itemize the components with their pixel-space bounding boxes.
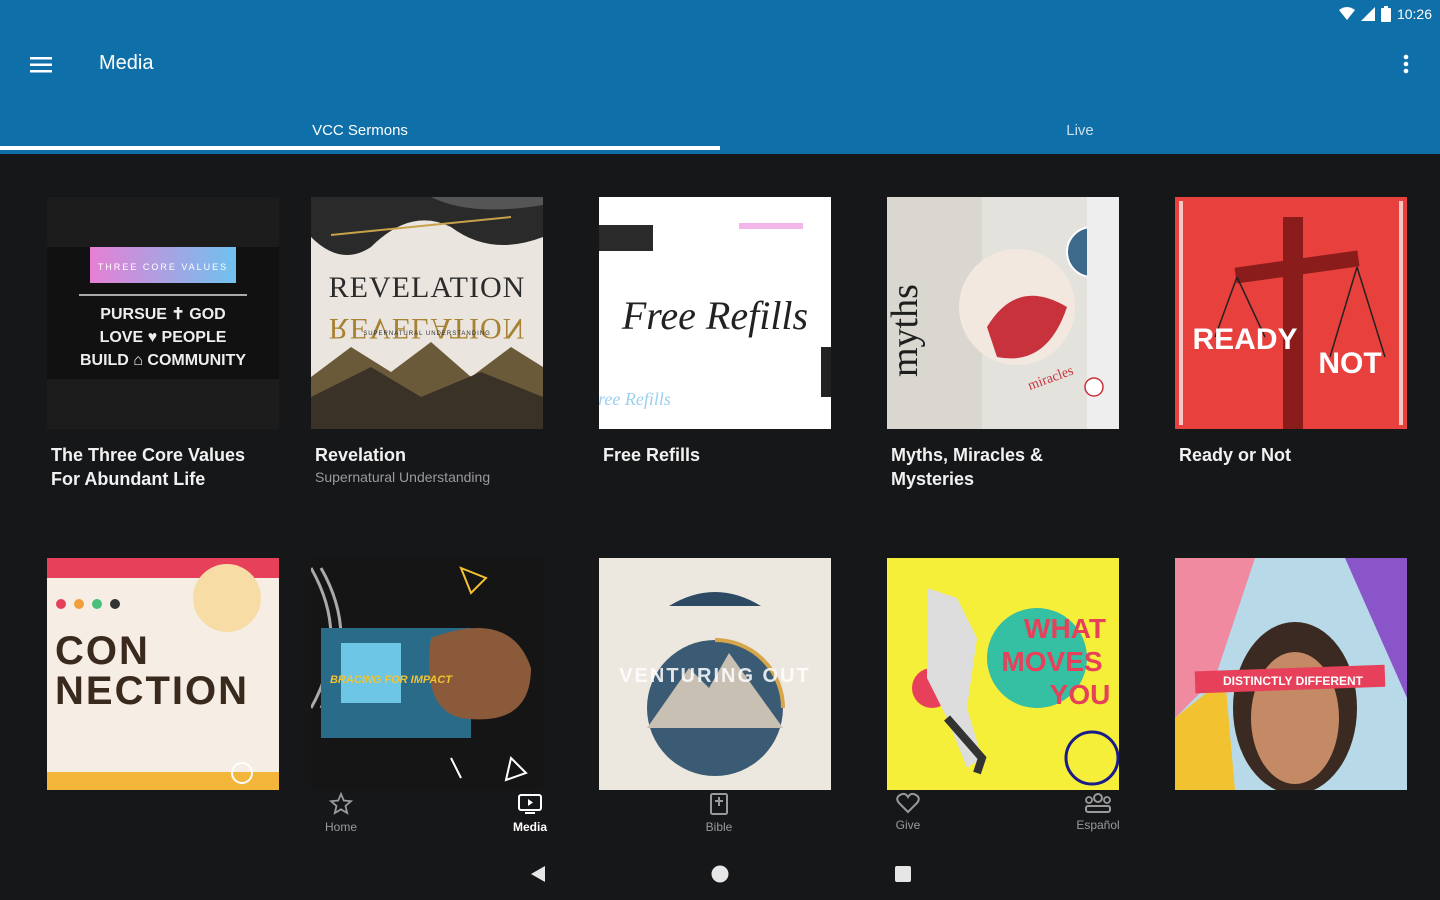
art-word: VENTURING OUT bbox=[619, 665, 811, 687]
art-caption: DISTINCTLY DIFFERENT bbox=[1223, 674, 1364, 688]
system-home-button[interactable] bbox=[706, 862, 734, 886]
tab-indicator bbox=[0, 146, 720, 150]
card-subtitle: Supernatural Understanding bbox=[315, 469, 491, 485]
art-line-2: MOVES bbox=[1001, 646, 1102, 677]
media-card-revelation[interactable]: REVELATION REVELATION SUPERNATURAL UNDER… bbox=[311, 197, 543, 487]
card-artwork: DISTINCTLY DIFFERENT bbox=[1175, 558, 1407, 790]
card-artwork: BRACING FOR IMPACT bbox=[311, 558, 543, 790]
star-icon bbox=[329, 792, 353, 815]
art-word-echo: Free Refills bbox=[599, 389, 671, 409]
page-title: Media bbox=[99, 52, 154, 74]
media-card-bracing-for-impact[interactable]: BRACING FOR IMPACT bbox=[311, 558, 543, 790]
nav-espanol[interactable]: Español bbox=[1058, 792, 1138, 846]
system-back-button[interactable] bbox=[524, 862, 552, 886]
media-grid: THREE CORE VALUES PURSUE ✝ GOD LOVE ♥ PE… bbox=[0, 154, 1440, 790]
status-icons: 10:26 bbox=[1338, 6, 1432, 22]
nav-espanol-label: Español bbox=[1076, 818, 1120, 832]
nav-give-label: Give bbox=[895, 818, 921, 832]
card-title: Revelation bbox=[315, 445, 407, 465]
art-line-1: PURSUE ✝ GOD bbox=[100, 306, 225, 323]
art-line-2: NECTION bbox=[55, 669, 249, 713]
art-word: REVELATION bbox=[329, 271, 526, 304]
card-title: Myths, Miracles & Mysteries bbox=[891, 445, 1044, 489]
media-card-myths-miracles[interactable]: myths miracles Myths, Miracles & Mysteri… bbox=[887, 197, 1119, 491]
art-line-1: CON bbox=[55, 629, 150, 673]
menu-button[interactable] bbox=[26, 50, 56, 80]
nav-bible-label: Bible bbox=[705, 820, 733, 834]
card-title: Free Refills bbox=[603, 445, 701, 465]
heart-icon bbox=[896, 792, 920, 814]
status-time: 10:26 bbox=[1396, 6, 1432, 22]
media-card-free-refills[interactable]: Free Refills Free Refills Free Refills bbox=[599, 197, 831, 467]
tv-icon bbox=[518, 794, 542, 814]
art-line-1: WHAT bbox=[1024, 613, 1106, 644]
tab-live[interactable]: Live bbox=[720, 106, 1440, 154]
card-artwork: THREE CORE VALUES PURSUE ✝ GOD LOVE ♥ PE… bbox=[47, 197, 279, 429]
app-bar: Media VCC Sermons Live bbox=[0, 30, 1440, 154]
back-triangle-icon bbox=[531, 866, 545, 882]
media-card-distinctly-different[interactable]: DISTINCTLY DIFFERENT bbox=[1175, 558, 1407, 790]
signal-icon bbox=[1360, 7, 1375, 21]
media-card-three-core-values[interactable]: THREE CORE VALUES PURSUE ✝ GOD LOVE ♥ PE… bbox=[47, 197, 279, 491]
card-artwork: VENTURING OUT bbox=[599, 558, 831, 790]
art-word: Free Refills bbox=[621, 293, 808, 338]
nav-home-label: Home bbox=[324, 820, 357, 834]
wifi-icon bbox=[1338, 7, 1355, 20]
battery-icon bbox=[1380, 6, 1391, 22]
media-card-venturing-out[interactable]: VENTURING OUT bbox=[599, 558, 831, 790]
media-card-connection[interactable]: CON NECTION bbox=[47, 558, 279, 790]
art-caption: SUPERNATURAL UNDERSTANDING bbox=[363, 331, 491, 337]
art-line-3: BUILD ⌂ COMMUNITY bbox=[80, 352, 246, 369]
card-artwork: WHAT MOVES YOU bbox=[887, 558, 1119, 790]
card-title: The Three Core Values For Abundant Life bbox=[51, 445, 246, 489]
art-caption: THREE CORE VALUES bbox=[98, 262, 228, 272]
recents-square-icon bbox=[895, 866, 911, 882]
home-circle-icon bbox=[711, 865, 729, 883]
hamburger-icon bbox=[30, 57, 52, 73]
nav-home[interactable]: Home bbox=[301, 792, 381, 846]
card-artwork: myths miracles bbox=[887, 197, 1119, 429]
nav-media-label: Media bbox=[512, 820, 547, 834]
nav-give[interactable]: Give bbox=[868, 792, 948, 846]
nav-media[interactable]: Media bbox=[490, 792, 570, 846]
card-artwork: REVELATION REVELATION SUPERNATURAL UNDER… bbox=[311, 197, 543, 429]
card-artwork: READY NOT bbox=[1175, 197, 1407, 429]
overflow-menu-button[interactable] bbox=[1394, 50, 1418, 78]
card-artwork: Free Refills Free Refills bbox=[599, 197, 831, 429]
art-left: READY bbox=[1192, 323, 1297, 356]
system-recents-button[interactable] bbox=[889, 862, 917, 886]
art-line-3: YOU bbox=[1050, 679, 1111, 710]
media-card-ready-or-not[interactable]: READY NOT Ready or Not bbox=[1175, 197, 1407, 467]
card-title: Ready or Not bbox=[1179, 445, 1292, 465]
art-word-reflection: REVELATION bbox=[329, 312, 526, 345]
art-caption: BRACING FOR IMPACT bbox=[330, 674, 453, 686]
art-right: NOT bbox=[1318, 347, 1381, 380]
more-vert-icon bbox=[1403, 54, 1409, 74]
bottom-navigation: Home Media Bible Give Español bbox=[0, 790, 1440, 848]
system-navigation-bar bbox=[0, 848, 1440, 900]
media-card-what-moves-you[interactable]: WHAT MOVES YOU bbox=[887, 558, 1119, 790]
art-small: miracles bbox=[1026, 364, 1076, 394]
group-icon bbox=[1085, 793, 1111, 813]
book-icon bbox=[710, 793, 728, 815]
art-word: myths bbox=[887, 284, 926, 377]
card-artwork: CON NECTION bbox=[47, 558, 279, 790]
status-bar: 10:26 bbox=[0, 0, 1440, 30]
nav-bible[interactable]: Bible bbox=[679, 792, 759, 846]
art-line-2: LOVE ♥ PEOPLE bbox=[100, 329, 227, 346]
